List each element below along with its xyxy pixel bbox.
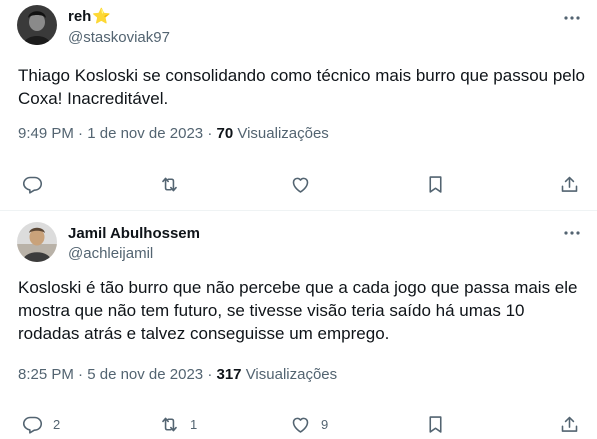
star-badge: ⭐ bbox=[92, 8, 112, 25]
tweet[interactable]: reh⭐ @staskoviak97 Thiago Kosloski se co… bbox=[0, 0, 597, 211]
bookmark-button[interactable] bbox=[425, 171, 446, 197]
reply-button[interactable]: 2 bbox=[22, 411, 60, 437]
like-icon bbox=[292, 417, 309, 433]
retweet-icon bbox=[162, 177, 177, 191]
tweet-meta: 8:25 PM · 5 de nov de 2023 · 317 Visuali… bbox=[18, 366, 337, 384]
tweet-text: Kosloski é tão burro que não percebe que… bbox=[18, 278, 578, 343]
avatar[interactable] bbox=[17, 5, 57, 45]
retweet-button[interactable] bbox=[159, 171, 190, 197]
views-count: 70 bbox=[216, 125, 234, 142]
meta-separator: · bbox=[78, 125, 84, 142]
action-bar bbox=[0, 171, 597, 197]
user-handle[interactable]: @staskoviak97 bbox=[68, 29, 170, 47]
retweet-count: 1 bbox=[190, 416, 198, 432]
meta-separator: · bbox=[207, 366, 213, 383]
reply-icon bbox=[22, 176, 43, 194]
more-icon[interactable] bbox=[561, 222, 583, 244]
tweet-meta: 9:49 PM · 1 de nov de 2023 · 70 Visualiz… bbox=[18, 125, 329, 143]
tweet-time[interactable]: 9:49 PM bbox=[18, 125, 74, 142]
action-bar: 2 1 9 bbox=[0, 411, 597, 437]
like-button[interactable]: 9 bbox=[290, 411, 328, 437]
bookmark-icon bbox=[429, 415, 442, 433]
share-button[interactable] bbox=[559, 171, 580, 197]
views-count: 317 bbox=[216, 366, 242, 383]
tweet-date[interactable]: 1 de nov de 2023 bbox=[87, 125, 203, 142]
more-icon[interactable] bbox=[561, 7, 583, 29]
avatar[interactable] bbox=[17, 222, 57, 262]
reply-icon bbox=[22, 416, 43, 434]
like-button[interactable] bbox=[290, 171, 321, 197]
bookmark-button[interactable] bbox=[425, 411, 446, 437]
share-icon bbox=[561, 176, 578, 192]
retweet-button[interactable]: 1 bbox=[159, 411, 197, 437]
bookmark-icon bbox=[429, 175, 442, 193]
display-name[interactable]: Jamil Abulhossem bbox=[68, 225, 200, 243]
tweet-time[interactable]: 8:25 PM bbox=[18, 366, 74, 383]
retweet-icon bbox=[162, 417, 177, 431]
reply-button[interactable] bbox=[22, 171, 53, 197]
display-name[interactable]: reh⭐ bbox=[68, 8, 111, 26]
tweet-text: Thiago Kosloski se consolidando como téc… bbox=[18, 66, 585, 108]
like-icon bbox=[292, 177, 309, 193]
share-button[interactable] bbox=[559, 411, 580, 437]
like-count: 9 bbox=[321, 416, 329, 432]
tweet[interactable]: Jamil Abulhossem @achleijamil Kosloski é… bbox=[0, 211, 597, 439]
tweet-date[interactable]: 5 de nov de 2023 bbox=[87, 366, 203, 383]
views-label: Visualizações bbox=[237, 125, 329, 142]
user-handle[interactable]: @achleijamil bbox=[68, 245, 153, 263]
meta-separator: · bbox=[207, 125, 213, 142]
views-label: Visualizações bbox=[245, 366, 338, 383]
meta-separator: · bbox=[78, 366, 84, 383]
reply-count: 2 bbox=[53, 416, 61, 432]
share-icon bbox=[561, 416, 578, 432]
